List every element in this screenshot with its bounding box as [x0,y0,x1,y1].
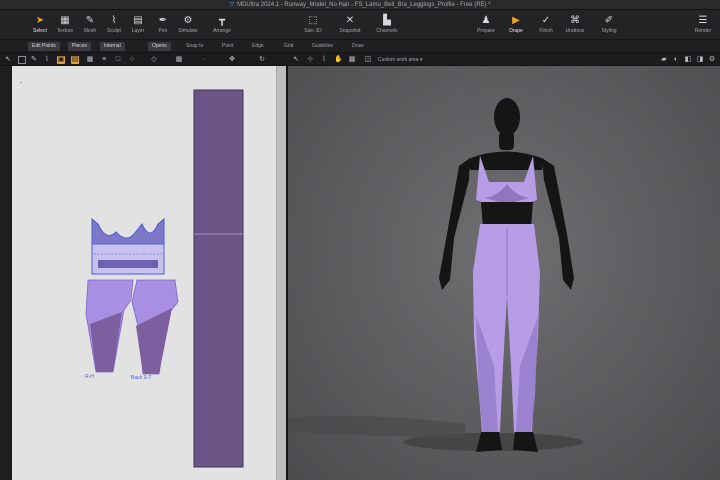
avatar-display-icon[interactable]: ◧ [684,56,692,64]
grid-3d-icon[interactable]: ▦ [348,56,356,64]
render-tool-button[interactable]: ☰ Render [690,15,716,35]
viewport-3d-window[interactable] [288,66,720,480]
pencil-icon: ✎ [85,15,95,26]
avatar-cast-shadow [288,416,466,438]
pattern-label-left: R-H [85,374,94,380]
render-icon: ☰ [698,15,708,26]
size-3d-tool-button[interactable]: ⬚ Size 3D [300,15,326,35]
library-side-strip [0,66,12,480]
avatar-head [494,98,520,136]
move-icon[interactable]: ✥ [228,56,236,64]
window-title: ▽ MDUltra 2024.1 - Runway_Model_No Hair -… [0,1,720,8]
bra-band-piece [91,243,165,275]
draw-option[interactable]: Draw [352,42,364,51]
view-icon-toolbar: ↖ ▢ ✎ ⌇ ▣ ▤ ▦ ≡ □ ○ ◇ ▦ · ✥ ↻ ↖ ⊹ ⌇ ✋ ▦ … [0,54,720,66]
simulate-icon: ⚙ [183,15,193,26]
grid-icon[interactable]: ▦ [86,56,94,64]
snapshot-icon: ✕ [345,15,355,26]
bra-pattern-piece [91,217,165,245]
internal-chip[interactable]: Internal [100,42,125,51]
pen-tool-button[interactable]: ✒ Pen [150,15,176,35]
viewport-3d-canvas[interactable] [288,66,720,480]
dot-icon[interactable]: · [200,56,208,64]
undress-icon: ⌘ [570,15,580,26]
check-icon: ✓ [541,15,551,26]
pattern-2d-window[interactable]: ⌐ R-H Back S-T [12,66,285,480]
view-mode-icon[interactable]: ◫ [364,56,372,64]
pattern-sub-toolbar: Edit Points Pieces Internal Opens Snap t… [0,40,720,53]
hand-icon[interactable]: ✋ [334,56,343,64]
arrange-tool-button[interactable]: ┳ Arrange [209,15,235,35]
layers-icon[interactable]: ≡ [100,56,108,64]
edge-option[interactable]: Edge [252,42,264,51]
snapshot-tool-button[interactable]: ✕ Snapshot [337,15,363,35]
prepare-icon: ♟ [481,15,491,26]
select-tool-button[interactable]: ➤ Select [27,15,53,35]
arrange-icon: ┳ [218,15,226,26]
brush-icon: ⌇ [111,15,117,26]
opens-chip[interactable]: Opens [148,42,171,51]
waistband-strip-piece [193,89,244,468]
mesh-tool-button[interactable]: ✎ Mesh [77,15,103,35]
play-icon: ▶ [512,15,520,26]
layers-icon: ▤ [133,15,143,26]
snap-to-option[interactable]: Snap to [186,42,203,51]
window-title-text: MDUltra 2024.1 - Runway_Model_No Hair - … [237,2,491,8]
texture-tool-button[interactable]: ▦ Texture [52,15,78,35]
cursor-3d-icon[interactable]: ↖ [292,56,300,64]
prepare-tool-button[interactable]: ♟ Prepare [473,15,499,35]
grid-icon: ▦ [60,15,70,26]
avatar-right-arm [542,158,574,290]
sculpt-tool-button[interactable]: ⌇ Sculpt [101,15,127,35]
frame-icon[interactable]: ▢ [18,56,26,64]
pattern-corner-label: ⌐ [20,80,23,86]
pen-icon: ✒ [158,15,168,26]
highlighted-tool-icon[interactable]: ▣ [57,56,65,64]
layer-tool-button[interactable]: ▤ Layer [125,15,151,35]
chart-icon: ▙ [383,15,391,26]
camera-icon[interactable]: ▰ [660,56,668,64]
pieces-chip[interactable]: Pieces [68,42,92,51]
cursor-icon[interactable]: ↖ [4,56,12,64]
garment-display-icon[interactable]: ◨ [696,56,704,64]
pattern-2d-canvas[interactable]: R-H Back S-T [12,66,285,480]
finish-tool-button[interactable]: ✓ Finish [533,15,559,35]
guideline-option[interactable]: Guideline [312,42,333,51]
view-mode-dropdown[interactable]: Custom work area ▾ [378,56,422,64]
channels-tool-button[interactable]: ▙ Channels [374,15,400,35]
main-toolbar: ➤ Select ▦ Texture ✎ Mesh ⌇ Sculpt ▤ Layer ✒ P… [0,10,720,40]
styling-tool-button[interactable]: ✐ Styling [596,15,622,35]
pencil-icon[interactable]: ✎ [30,56,38,64]
light-icon[interactable]: ◐ [672,56,680,64]
brush-3d-icon[interactable]: ⌇ [320,56,328,64]
active-tool-icon[interactable]: ▤ [71,56,79,64]
rotate-icon[interactable]: ↻ [258,56,266,64]
cursor-icon: ➤ [35,15,45,26]
diamond-icon[interactable]: ◇ [150,56,158,64]
avatar-neck [499,132,514,150]
edit-points-chip[interactable]: Edit Points [28,42,60,51]
brush-icon[interactable]: ⌇ [43,56,51,64]
circle-icon[interactable]: ○ [128,56,136,64]
pattern-label-right: Back S-T [131,375,152,381]
avatar-left-arm [439,158,470,290]
bra-band-stripe [98,260,158,268]
pattern-2d-scrollbar[interactable] [276,66,286,480]
undress-tool-button[interactable]: ⌘ Undress [562,15,588,35]
window-titlebar: ▽ MDUltra 2024.1 - Runway_Model_No Hair -… [0,0,720,10]
pin-icon[interactable]: ⊹ [306,56,314,64]
table-icon[interactable]: ▦ [175,56,183,64]
point-option[interactable]: Point [222,42,233,51]
drape-tool-button[interactable]: ▶ Drape [503,15,529,35]
app-logo-icon: ▽ [229,2,235,8]
resize-icon: ⬚ [308,15,318,26]
settings-icon[interactable]: ⚙ [708,56,716,64]
grid-option[interactable]: Grid [284,42,293,51]
square-icon[interactable]: □ [114,56,122,64]
simulate-tool-button[interactable]: ⚙ Simulate [175,15,201,35]
styling-icon: ✐ [604,15,614,26]
